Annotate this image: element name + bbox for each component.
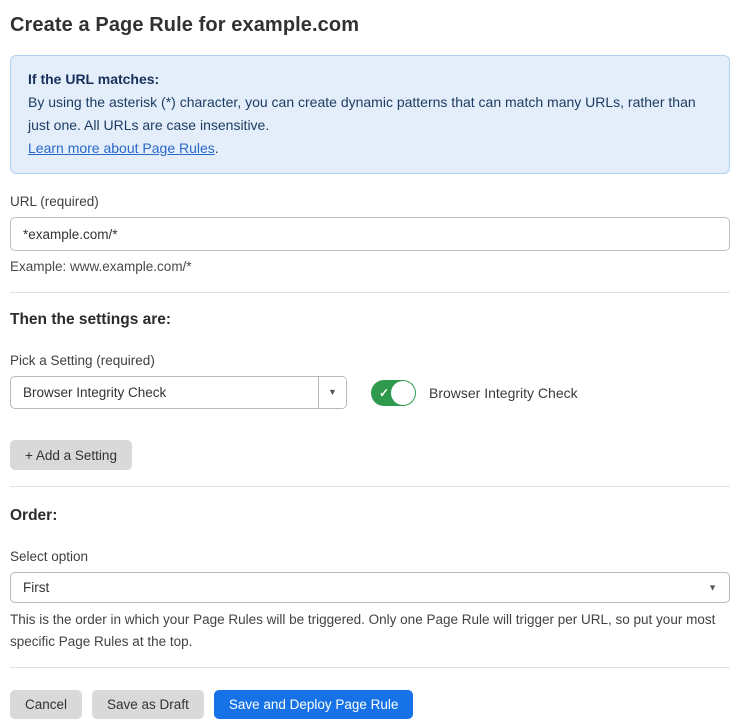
- setting-toggle-label: Browser Integrity Check: [429, 385, 578, 401]
- link-period: .: [215, 140, 219, 156]
- order-description: This is the order in which your Page Rul…: [10, 609, 730, 653]
- info-box: If the URL matches: By using the asteris…: [10, 55, 730, 174]
- order-select-value: First: [23, 580, 49, 595]
- page-title: Create a Page Rule for example.com: [10, 14, 730, 37]
- setting-select-value: Browser Integrity Check: [11, 377, 318, 408]
- setting-select[interactable]: Browser Integrity Check ▼: [10, 376, 347, 409]
- setting-toggle[interactable]: ✓: [371, 380, 416, 406]
- url-label: URL (required): [10, 194, 730, 209]
- order-select-label: Select option: [10, 549, 730, 564]
- setting-select-arrow-button[interactable]: ▼: [318, 377, 346, 408]
- settings-heading: Then the settings are:: [10, 311, 730, 329]
- pick-setting-label: Pick a Setting (required): [10, 353, 730, 368]
- info-box-heading: If the URL matches:: [28, 68, 712, 91]
- save-deploy-button[interactable]: Save and Deploy Page Rule: [214, 690, 414, 719]
- chevron-down-icon: ▼: [328, 388, 337, 397]
- info-box-body: By using the asterisk (*) character, you…: [28, 91, 712, 137]
- cancel-button[interactable]: Cancel: [10, 690, 82, 719]
- chevron-down-icon: ▼: [708, 583, 717, 592]
- toggle-knob: [391, 381, 415, 405]
- add-setting-button[interactable]: + Add a Setting: [10, 440, 132, 470]
- divider: [10, 667, 730, 668]
- divider: [10, 292, 730, 293]
- setting-row: Browser Integrity Check ▼ ✓ Browser Inte…: [10, 376, 730, 409]
- info-box-link-line: Learn more about Page Rules.: [28, 137, 712, 160]
- url-input[interactable]: [10, 217, 730, 251]
- form-actions: Cancel Save as Draft Save and Deploy Pag…: [10, 688, 730, 719]
- order-heading: Order:: [10, 507, 730, 525]
- learn-more-link[interactable]: Learn more about Page Rules: [28, 140, 215, 156]
- order-select[interactable]: First ▼: [10, 572, 730, 603]
- save-draft-button[interactable]: Save as Draft: [92, 690, 204, 719]
- url-example-hint: Example: www.example.com/*: [10, 259, 730, 274]
- setting-toggle-group: ✓ Browser Integrity Check: [371, 380, 578, 406]
- divider: [10, 486, 730, 487]
- check-icon: ✓: [379, 386, 389, 400]
